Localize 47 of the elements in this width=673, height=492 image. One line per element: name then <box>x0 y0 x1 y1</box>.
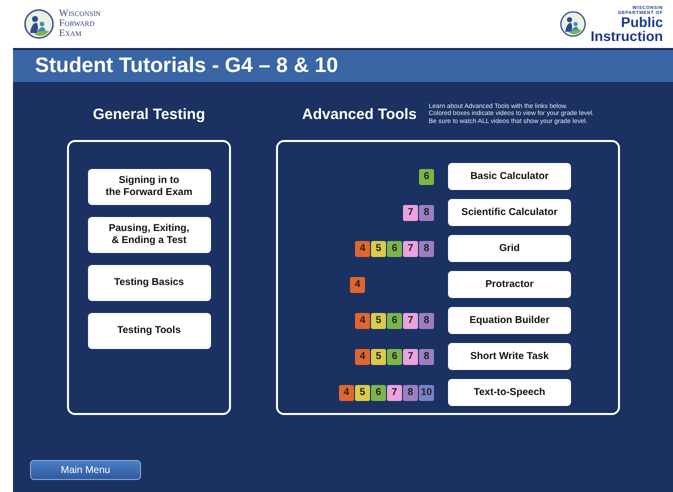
tutorial-button[interactable]: Signing in to the Forward Exam <box>88 169 210 206</box>
tutorial-button[interactable]: Pausing, Exiting, & Ending a Test <box>88 217 210 254</box>
grade-badge: 8 <box>402 384 418 401</box>
section-heading: General Testing <box>92 106 206 123</box>
seal-icon <box>560 11 586 37</box>
grade-badge: 5 <box>371 240 386 257</box>
grade-badge: 4 <box>338 384 354 401</box>
tutorial-button[interactable]: Testing Tools <box>88 313 210 350</box>
grade-badge: 6 <box>370 384 386 401</box>
logo-text: Wisconsin <box>59 9 101 19</box>
tutorial-button[interactable]: Testing Basics <box>88 265 210 302</box>
grade-badge: 7 <box>403 204 418 221</box>
tool-button[interactable]: Equation Builder <box>448 307 571 334</box>
grade-badge: 4 <box>355 348 370 365</box>
tool-button[interactable]: Text-to-Speech <box>448 379 571 406</box>
grade-badge: 6 <box>387 348 402 365</box>
tool-button[interactable]: Grid <box>448 235 571 262</box>
tool-button[interactable]: Protractor <box>448 271 571 298</box>
grade-badge: 6 <box>387 312 402 329</box>
grade-badge: 7 <box>403 348 418 365</box>
grade-badge: 7 <box>403 312 418 329</box>
grade-badge: 7 <box>386 384 402 401</box>
logo-text: Instruction <box>590 29 663 43</box>
main-menu-button[interactable]: Main Menu <box>30 460 141 480</box>
grade-badge: 8 <box>419 348 434 365</box>
grade-badge: 7 <box>403 240 418 257</box>
grade-badge: 5 <box>354 384 370 401</box>
grade-badge: 4 <box>355 240 370 257</box>
tool-button[interactable]: Short Write Task <box>448 343 571 370</box>
seal-icon <box>24 9 54 39</box>
logo-text: Exam <box>59 29 82 39</box>
grade-badge: 5 <box>371 348 386 365</box>
grade-badge: 10 <box>418 384 434 401</box>
section-heading: Advanced Tools <box>302 106 417 123</box>
page-title: Student Tutorials - G4 – 8 & 10 <box>13 50 673 82</box>
tool-button[interactable]: Scientific Calculator <box>448 199 571 226</box>
tool-button[interactable]: Basic Calculator <box>448 163 571 190</box>
logo-text: Forward <box>59 19 96 29</box>
grade-badge: 5 <box>371 312 386 329</box>
grade-badge: 4 <box>355 312 370 329</box>
grade-badge: 6 <box>387 240 402 257</box>
grade-badge: 8 <box>419 312 434 329</box>
grade-badge: 8 <box>419 240 434 257</box>
grade-badge: 8 <box>419 204 434 221</box>
logo-text: Public <box>620 15 663 29</box>
grade-badge: 4 <box>350 276 365 293</box>
grade-badge: 6 <box>419 168 434 185</box>
